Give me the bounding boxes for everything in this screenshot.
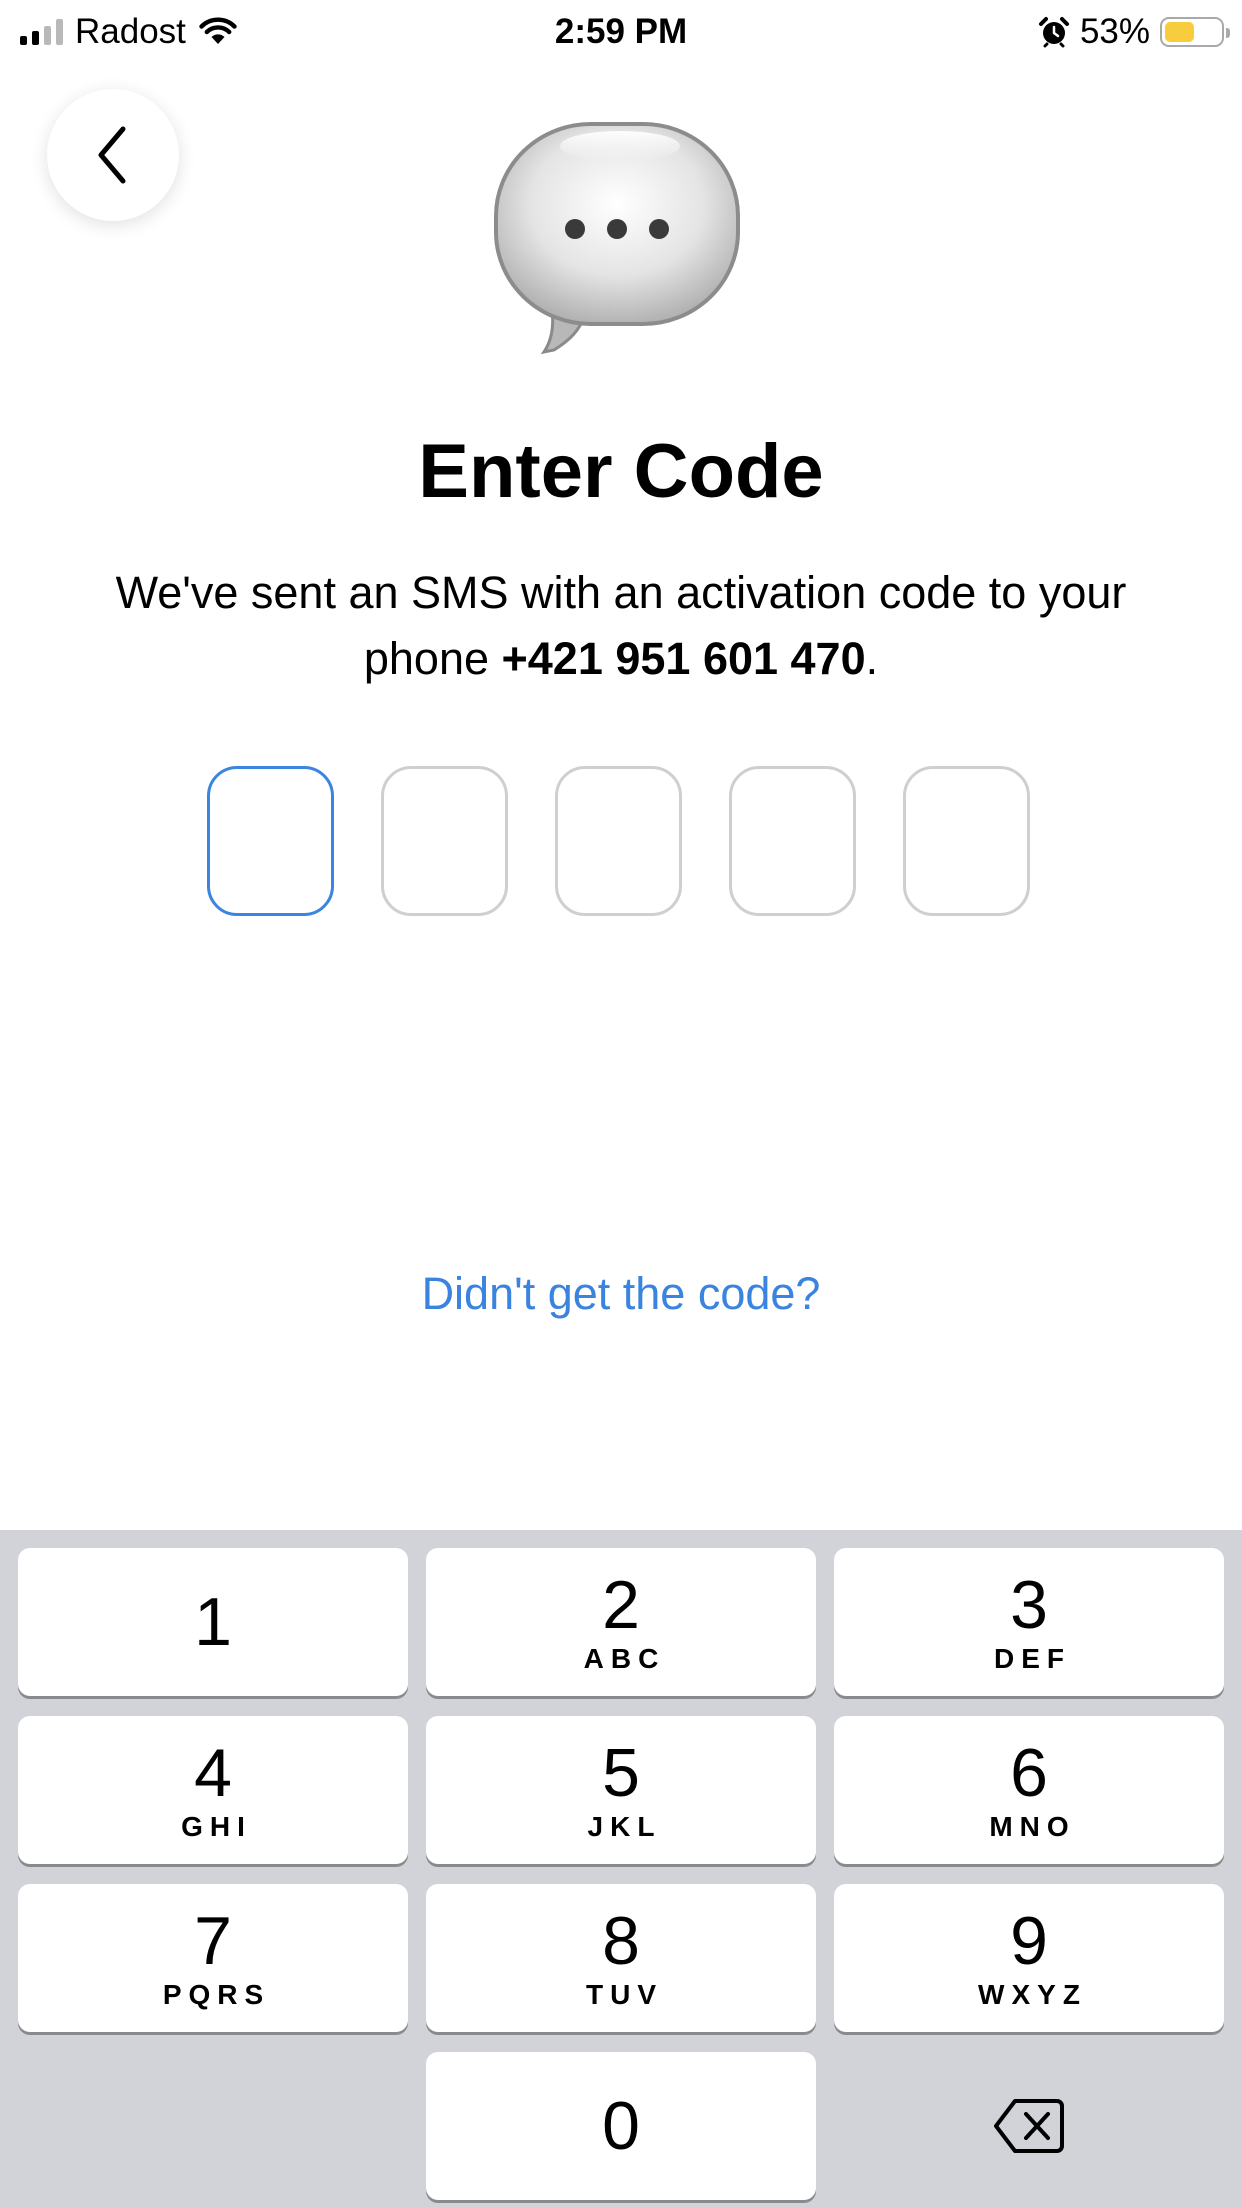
key-letters: GHI <box>181 1811 252 1842</box>
chevron-left-icon <box>98 126 126 184</box>
key-6[interactable]: 6 MNO <box>834 1716 1224 1864</box>
code-digit-2[interactable] <box>381 766 508 916</box>
key-5[interactable]: 5 JKL <box>426 1716 816 1864</box>
key-letters: PQRS <box>162 1979 271 2010</box>
backspace-icon <box>994 2099 1064 2153</box>
key-7[interactable]: 7 PQRS <box>18 1884 408 2032</box>
key-blank <box>18 2052 408 2200</box>
key-number: 6 <box>1010 1735 1048 1811</box>
key-number: 7 <box>194 1903 232 1979</box>
key-number: 4 <box>194 1735 232 1811</box>
delete-key[interactable] <box>834 2052 1224 2200</box>
key-number: 8 <box>602 1903 640 1979</box>
key-number: 0 <box>602 2088 640 2164</box>
code-digit-1[interactable] <box>207 766 334 916</box>
key-number: 5 <box>602 1735 640 1811</box>
battery-icon <box>1160 17 1230 47</box>
key-letters: WXYZ <box>978 1979 1087 2010</box>
key-0[interactable]: 0 <box>426 2052 816 2200</box>
key-8[interactable]: 8 TUV <box>426 1884 816 2032</box>
key-number: 3 <box>1010 1567 1048 1643</box>
key-letters: MNO <box>989 1811 1076 1842</box>
phone-number: +421 951 601 470 <box>501 633 866 684</box>
key-letters: JKL <box>587 1811 662 1842</box>
code-digit-5[interactable] <box>903 766 1030 916</box>
code-digit-3[interactable] <box>555 766 682 916</box>
key-4[interactable]: 4 GHI <box>18 1716 408 1864</box>
code-digit-4[interactable] <box>729 766 856 916</box>
key-number: 2 <box>602 1567 640 1643</box>
back-button[interactable] <box>47 89 179 221</box>
alarm-icon <box>1038 17 1069 48</box>
key-letters: DEF <box>994 1643 1071 1674</box>
sms-description: We've sent an SMS with an activation cod… <box>60 560 1182 692</box>
key-letters: ABC <box>583 1643 666 1674</box>
key-number: 1 <box>194 1584 232 1660</box>
enter-code-screen: Radost 2:59 PM 53% Enter Code We've sent… <box>0 0 1242 2208</box>
sms-description-suffix: . <box>865 633 879 684</box>
code-input-row <box>207 766 1030 916</box>
status-bar: Radost 2:59 PM 53% <box>0 0 1242 62</box>
numeric-keypad: 1 2 ABC 3 DEF 4 GHI 5 JKL 6 MNO 7 PQRS 8… <box>0 1530 1242 2208</box>
speech-bubble-icon <box>494 122 740 355</box>
resend-code-link[interactable]: Didn't get the code? <box>0 1268 1242 1320</box>
key-3[interactable]: 3 DEF <box>834 1548 1224 1696</box>
page-title: Enter Code <box>418 429 824 514</box>
battery-percent: 53% <box>1079 12 1150 51</box>
key-2[interactable]: 2 ABC <box>426 1548 816 1696</box>
key-9[interactable]: 9 WXYZ <box>834 1884 1224 2032</box>
status-right: 53% <box>1038 10 1230 54</box>
key-number: 9 <box>1010 1903 1048 1979</box>
battery-fill <box>1165 22 1194 42</box>
key-1[interactable]: 1 <box>18 1548 408 1696</box>
key-letters: TUV <box>586 1979 663 2010</box>
